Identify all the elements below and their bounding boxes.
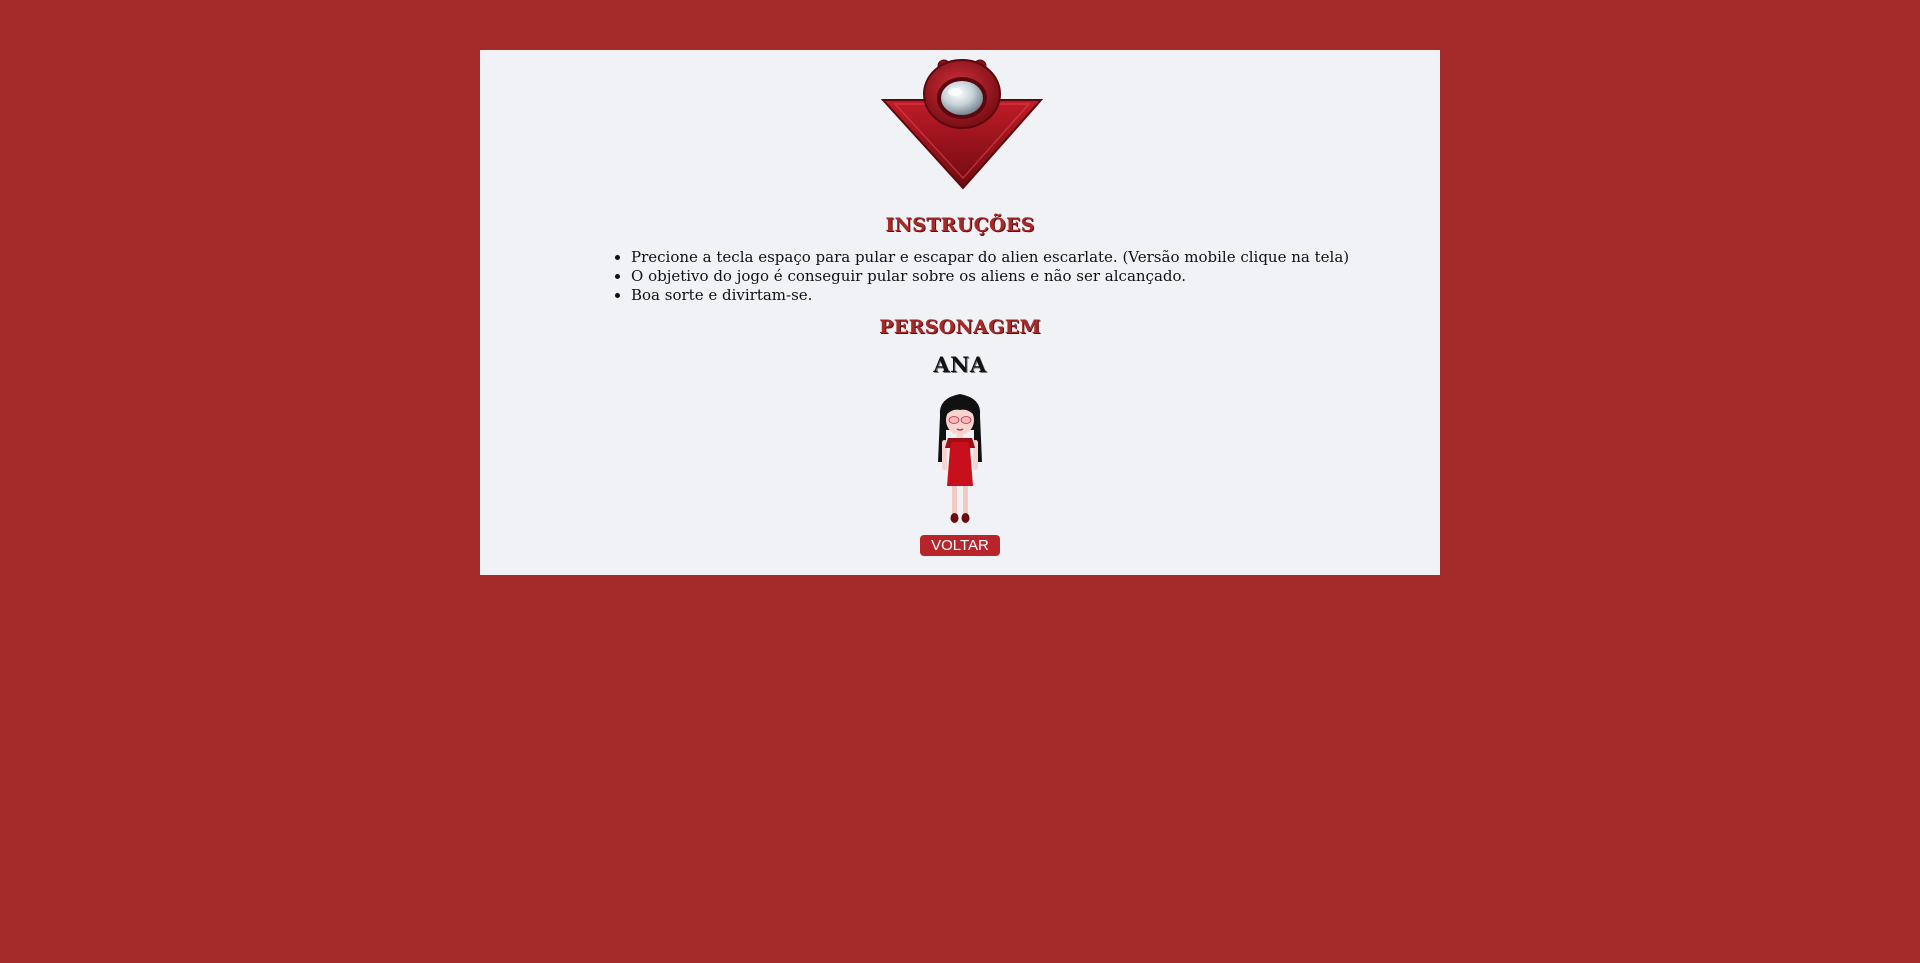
character-ana-icon — [938, 394, 982, 523]
instruction-item: Boa sorte e divirtam-se. — [631, 286, 1349, 305]
instruction-item: Precione a tecla espaço para pular e esc… — [631, 248, 1349, 267]
instruction-item: O objetivo do jogo é conseguir pular sob… — [631, 267, 1349, 286]
character-section-title: PERSONAGEM — [879, 316, 1041, 338]
character-name: ANA — [933, 352, 987, 377]
instructions-list: Precione a tecla espaço para pular e esc… — [611, 248, 1349, 305]
instructions-panel: INSTRUÇÕES Precione a tecla espaço para … — [480, 50, 1440, 575]
instructions-title: INSTRUÇÕES — [885, 214, 1035, 236]
red-alien-ship-logo-icon — [881, 59, 1043, 190]
back-button[interactable]: VOLTAR — [920, 535, 1000, 556]
